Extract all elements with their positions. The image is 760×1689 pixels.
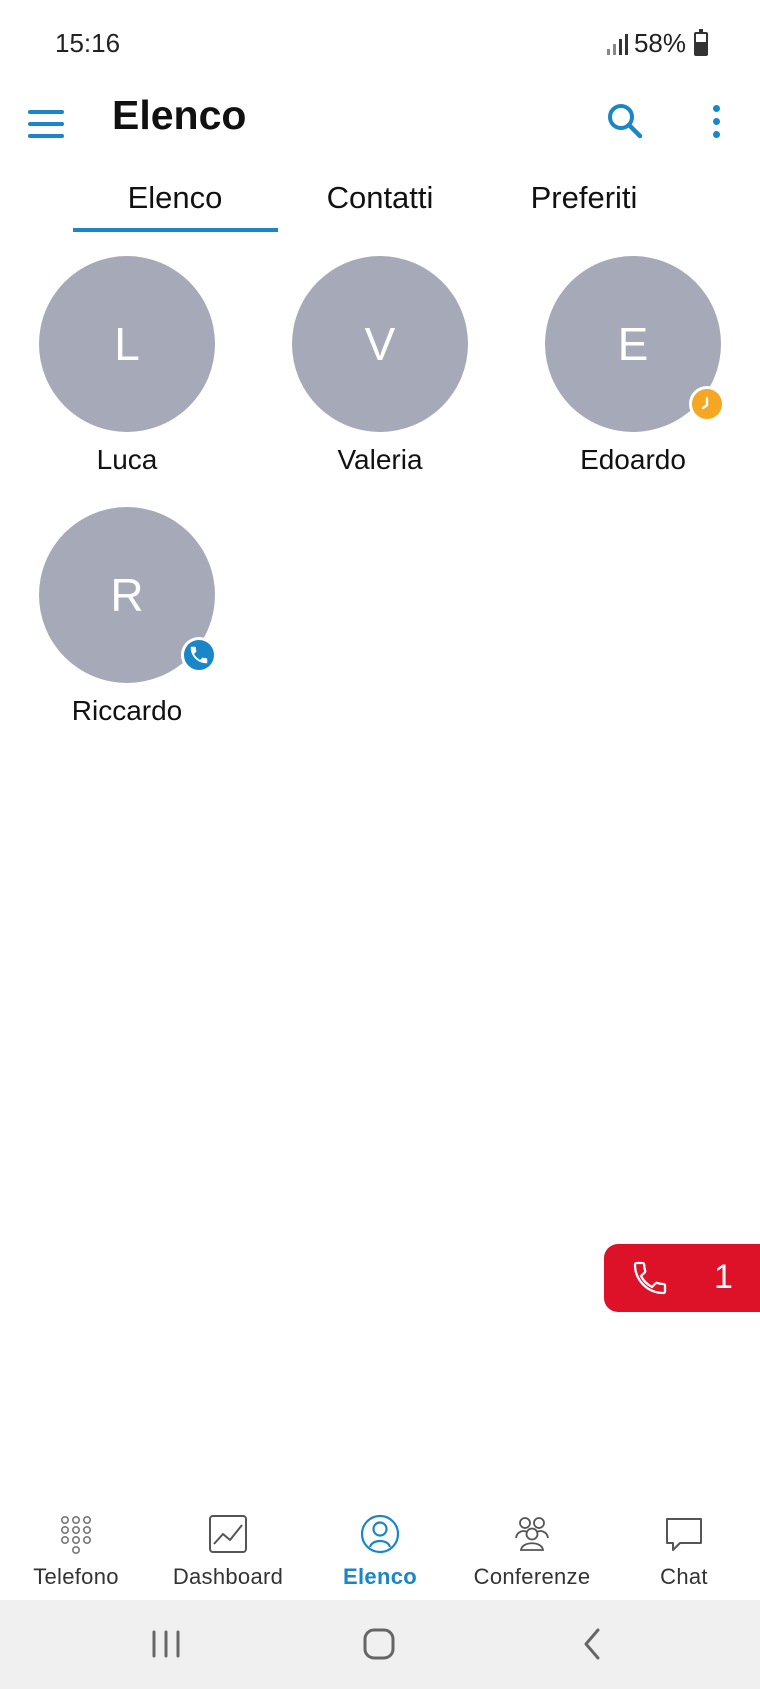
- group-icon: [515, 1517, 549, 1551]
- nav-conferenze[interactable]: Conferenze: [456, 1512, 608, 1590]
- back-icon[interactable]: [562, 1622, 622, 1666]
- contact-name: Luca: [96, 444, 158, 475]
- home-icon[interactable]: [349, 1622, 409, 1666]
- chat-icon: [666, 1518, 702, 1551]
- battery-percentage: 58%: [633, 28, 686, 58]
- bottom-navigation: Telefono Dashboard Elenco Conferenze Cha…: [0, 1500, 760, 1600]
- nav-elenco[interactable]: Elenco: [304, 1512, 456, 1590]
- battery-icon: [694, 28, 708, 56]
- nav-label: Dashboard: [172, 1564, 284, 1589]
- avatar: R: [39, 507, 217, 683]
- active-call-count: 1: [714, 1258, 733, 1296]
- status-bar: 15:16 58%: [0, 0, 760, 90]
- avatar-initial: E: [617, 318, 649, 370]
- avatar: E: [545, 256, 725, 432]
- active-call-button[interactable]: 1: [604, 1244, 760, 1312]
- contact-card-edoardo[interactable]: E Edoardo: [533, 256, 733, 476]
- tab-preferiti[interactable]: Preferiti: [482, 180, 686, 216]
- contact-card-riccardo[interactable]: R Riccardo: [27, 507, 227, 727]
- avatar-initial: V: [364, 318, 396, 370]
- nav-chat[interactable]: Chat: [608, 1512, 760, 1590]
- active-tab-indicator: [73, 228, 278, 232]
- contact-name: Valeria: [337, 444, 423, 475]
- nav-dashboard[interactable]: Dashboard: [152, 1512, 304, 1590]
- nav-label: Elenco: [343, 1564, 417, 1589]
- nav-telefono[interactable]: Telefono: [0, 1512, 152, 1590]
- signal-icon: [606, 33, 628, 55]
- avatar: L: [39, 256, 215, 432]
- recent-apps-icon[interactable]: [136, 1622, 196, 1666]
- tab-bar: Elenco Contatti Preferiti: [0, 170, 760, 236]
- system-navigation-bar: [0, 1600, 760, 1689]
- menu-icon[interactable]: [28, 100, 76, 148]
- contact-card-valeria[interactable]: V Valeria: [280, 256, 480, 476]
- contact-icon: [360, 1514, 400, 1554]
- avatar-initial: R: [110, 569, 144, 621]
- contact-name: Edoardo: [580, 444, 686, 475]
- nav-label: Telefono: [33, 1564, 119, 1589]
- dialpad-icon: [61, 1516, 91, 1554]
- more-options-icon[interactable]: [696, 96, 736, 146]
- tab-elenco[interactable]: Elenco: [73, 180, 277, 216]
- avatar-initial: L: [114, 318, 140, 370]
- on-call-phone-icon: [181, 637, 217, 673]
- away-clock-icon: [689, 386, 725, 422]
- page-title: Elenco: [112, 92, 247, 138]
- contact-card-luca[interactable]: L Luca: [27, 256, 227, 476]
- chart-icon: [209, 1515, 247, 1553]
- nav-label: Chat: [660, 1564, 708, 1589]
- contact-name: Riccardo: [71, 695, 183, 726]
- nav-label: Conferenze: [473, 1564, 591, 1589]
- phone-icon: [633, 1261, 667, 1295]
- tab-contatti[interactable]: Contatti: [278, 180, 482, 216]
- avatar: V: [292, 256, 468, 432]
- search-icon[interactable]: [600, 96, 650, 146]
- status-time: 15:16: [55, 28, 121, 58]
- status-indicators: 58%: [606, 28, 708, 59]
